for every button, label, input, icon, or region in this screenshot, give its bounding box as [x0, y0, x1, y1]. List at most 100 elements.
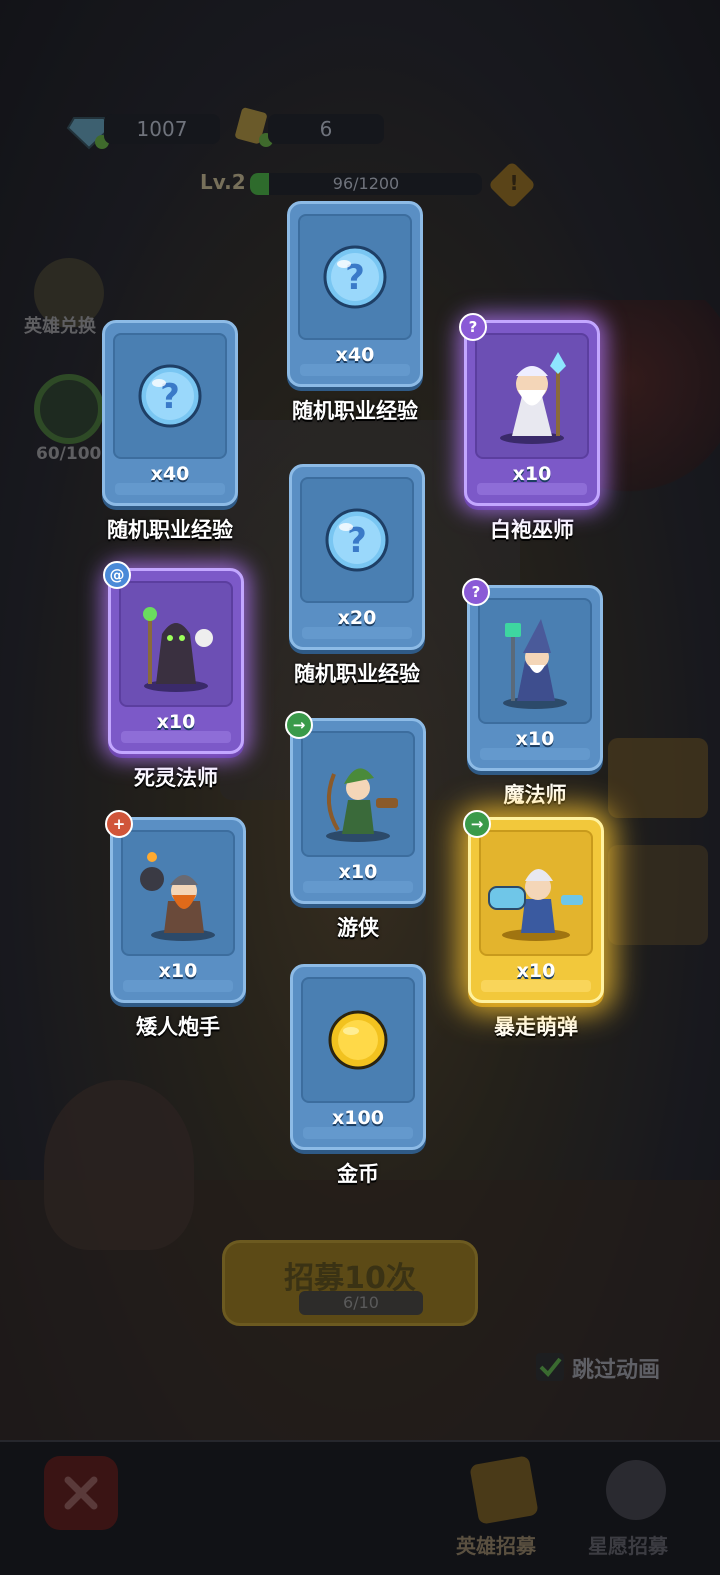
reward-card-art	[479, 830, 593, 956]
gem-count: 1007	[104, 114, 220, 144]
rampage-gunner-icon	[481, 832, 591, 954]
reward-name: 金币	[337, 1162, 379, 1186]
reward-card-frame: → x10	[463, 810, 604, 1003]
card-footer-stripe	[300, 364, 410, 376]
reward-quantity: x20	[337, 607, 377, 629]
reward-card-art: ?	[300, 477, 414, 603]
tab-hero-recruit-label: 英雄招募	[456, 1534, 536, 1558]
ticket-count: 6	[268, 114, 384, 144]
reward-name: 矮人炮手	[136, 1015, 220, 1039]
dwarf-gunner-icon	[123, 832, 233, 954]
reward-quantity: x100	[332, 1107, 384, 1129]
reward-card-art	[301, 977, 415, 1103]
card-footer-stripe	[480, 748, 590, 760]
exp-bubble-icon: ?	[300, 216, 410, 338]
reward-quantity: x10	[338, 861, 378, 883]
reward-card-art	[478, 598, 592, 724]
reward-quantity: x10	[158, 960, 198, 982]
cross-swords-icon	[64, 1476, 98, 1510]
reward-card[interactable]: → x10 暴走萌弹	[463, 810, 604, 1041]
reward-quantity: x10	[512, 463, 552, 485]
star-progress-icon[interactable]	[34, 374, 104, 444]
reward-card-frame: + x10	[105, 810, 246, 1003]
close-recruit-icon[interactable]	[44, 1456, 118, 1530]
class-badge-icon: →	[463, 810, 491, 838]
reward-card[interactable]: ? x10 魔法师	[462, 578, 603, 809]
reward-card-art	[121, 830, 235, 956]
card-footer-stripe	[303, 881, 413, 893]
reward-card[interactable]: x100 金币	[290, 964, 426, 1188]
reward-card-frame: → x10	[285, 711, 426, 904]
reward-name: 随机职业经验	[107, 518, 233, 542]
warning-mark: !	[509, 170, 519, 195]
class-badge-icon: +	[105, 810, 133, 838]
reward-quantity: x10	[156, 711, 196, 733]
reward-card[interactable]: ? x20 随机职业经验	[289, 464, 425, 688]
reward-quantity: x10	[516, 960, 556, 982]
tab-star-recruit[interactable]: 星愿招募	[588, 1452, 684, 1562]
reward-card-art: ?	[113, 333, 227, 459]
card-footer-stripe	[121, 731, 231, 743]
reward-card-frame: ? x10	[462, 578, 603, 771]
reward-card[interactable]: → x10 游侠	[285, 711, 426, 942]
reward-card-frame: ? x40	[102, 320, 238, 506]
reward-card[interactable]: ? x10 白袍巫师	[459, 313, 600, 544]
reward-name: 白袍巫师	[490, 518, 574, 542]
mage-icon	[480, 600, 590, 722]
reward-card[interactable]: + x10 矮人炮手	[105, 810, 246, 1041]
skip-animation-label: 跳过动画	[572, 1358, 661, 1383]
hero-exchange-label: 英雄兑换	[24, 316, 96, 337]
xp-bar: 96/1200	[250, 173, 482, 195]
reward-card-frame: x100	[290, 964, 426, 1150]
card-footer-stripe	[302, 627, 412, 639]
star-recruit-icon	[606, 1460, 666, 1520]
tab-star-recruit-label: 星愿招募	[588, 1534, 668, 1558]
reward-card-art: ?	[298, 214, 412, 340]
reward-name: 暴走萌弹	[494, 1015, 578, 1039]
card-background	[608, 845, 708, 945]
reward-quantity: x40	[335, 344, 375, 366]
star-progress-label: 60/100	[36, 444, 102, 464]
bottom-tab-bar: 英雄招募 星愿招募	[0, 1440, 720, 1575]
reward-card[interactable]: @ x10 死灵法师	[103, 561, 244, 792]
card-footer-stripe	[481, 980, 591, 992]
reward-card-frame: @ x10	[103, 561, 244, 754]
class-badge-icon: ?	[459, 313, 487, 341]
reward-card[interactable]: ? x40 随机职业经验	[102, 320, 238, 544]
level-label: Lv.2	[200, 170, 246, 194]
game-scene: 1007 6 Lv.2 96/1200 ! 英雄兑换 60/100 招募10次 …	[0, 0, 720, 1575]
hero-character	[44, 1080, 194, 1250]
reward-quantity: x10	[515, 728, 555, 750]
reward-name: 随机职业经验	[292, 399, 418, 423]
tab-hero-recruit[interactable]: 英雄招募	[456, 1452, 552, 1562]
class-badge-icon: ?	[462, 578, 490, 606]
hero-recruit-icon	[469, 1455, 539, 1525]
reward-name: 游侠	[337, 916, 379, 940]
reward-card[interactable]: ? x40 随机职业经验	[287, 201, 423, 425]
reward-name: 随机职业经验	[294, 662, 420, 686]
class-badge-icon: @	[103, 561, 131, 589]
xp-text: 96/1200	[332, 174, 400, 193]
reward-name: 死灵法师	[134, 766, 218, 790]
recruit-10-button[interactable]: 招募10次 6/10	[222, 1240, 478, 1326]
exp-bubble-icon: ?	[115, 335, 225, 457]
reward-card-frame: ? x10	[459, 313, 600, 506]
ranger-icon	[303, 733, 413, 855]
card-footer-stripe	[123, 980, 233, 992]
reward-name: 魔法师	[503, 783, 567, 807]
card-footer-stripe	[115, 483, 225, 495]
check-icon	[539, 1357, 562, 1377]
class-badge-icon: →	[285, 711, 313, 739]
reward-card-frame: ? x20	[289, 464, 425, 650]
skip-animation-checkbox[interactable]	[536, 1353, 564, 1381]
recruit-progress: 6/10	[299, 1291, 423, 1315]
card-footer-stripe	[477, 483, 587, 495]
chest-background	[608, 738, 708, 818]
reward-card-art	[119, 581, 233, 707]
gold-coin-icon	[303, 979, 413, 1101]
reward-quantity: x40	[150, 463, 190, 485]
card-footer-stripe	[303, 1127, 413, 1139]
reward-card-art	[301, 731, 415, 857]
exp-bubble-icon: ?	[302, 479, 412, 601]
reward-card-art	[475, 333, 589, 459]
